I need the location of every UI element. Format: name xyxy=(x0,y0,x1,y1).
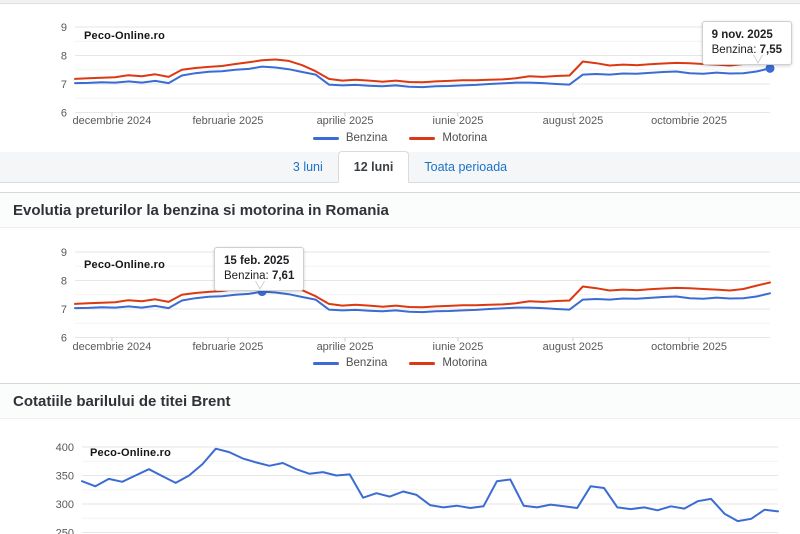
legend-swatch-motorina xyxy=(409,137,435,140)
y-axis-tick-label: 9 xyxy=(61,247,67,259)
legend-label-benzina: Benzina xyxy=(346,357,388,369)
y-axis-tick-label: 350 xyxy=(56,471,74,483)
tab-3-luni[interactable]: 3 luni xyxy=(278,152,338,182)
legend-item-motorina: Motorina xyxy=(409,357,487,369)
y-axis-tick-label: 9 xyxy=(61,22,67,34)
legend-swatch-motorina xyxy=(409,362,435,365)
y-axis-tick-label: 6 xyxy=(61,333,67,345)
y-axis-tick-label: 6 xyxy=(61,108,67,120)
legend-item-benzina: Benzina xyxy=(313,357,388,369)
tooltip-value: Benzina: 7,61 xyxy=(224,269,294,284)
legend-label-benzina: Benzina xyxy=(346,132,388,144)
tooltip-date: 15 feb. 2025 xyxy=(224,254,294,269)
x-axis-tick-label: februarie 2025 xyxy=(192,341,263,353)
x-axis-tick-label: octombrie 2025 xyxy=(651,115,727,127)
legend-label-motorina: Motorina xyxy=(442,132,487,144)
brand-watermark: Peco-Online.ro xyxy=(90,447,171,459)
brand-watermark: Peco-Online.ro xyxy=(84,30,165,42)
x-axis-tick-label: aprilie 2025 xyxy=(317,115,374,127)
x-axis-tick-label: decembrie 2024 xyxy=(73,115,152,127)
fuel-chart-top-canvas: 9 8 7 6 decembrie 2024 februarie 2025 aprilie … xyxy=(0,4,800,148)
y-axis-tick-label: 250 xyxy=(56,528,74,534)
tab-toata-perioada[interactable]: Toata perioada xyxy=(409,152,522,182)
y-axis-tick-label: 7 xyxy=(61,304,67,316)
legend-item-motorina: Motorina xyxy=(409,132,487,144)
x-axis-tick-label: februarie 2025 xyxy=(192,115,263,127)
chart-legend: Benzina Motorina xyxy=(0,132,800,144)
tab-12-luni[interactable]: 12 luni xyxy=(338,151,410,183)
legend-swatch-benzina xyxy=(313,137,339,140)
fuel-price-chart-main[interactable]: 9 8 7 6 decembrie 2024 februarie 2025 aprilie … xyxy=(0,228,800,375)
x-axis-tick-label: august 2025 xyxy=(543,115,604,127)
tooltip-date: 9 nov. 2025 xyxy=(712,28,782,43)
period-tabs: 3 luni 12 luni Toata perioada xyxy=(0,152,800,183)
legend-label-motorina: Motorina xyxy=(442,357,487,369)
x-axis-tick-label: august 2025 xyxy=(543,341,604,353)
fuel-chart-main-canvas: 9 8 7 6 decembrie 2024 februarie 2025 aprilie … xyxy=(0,228,800,375)
highlighted-data-point xyxy=(766,64,775,73)
y-axis-tick-label: 300 xyxy=(56,499,74,511)
fuel-price-chart-top[interactable]: 9 8 7 6 decembrie 2024 februarie 2025 aprilie … xyxy=(0,4,800,148)
legend-item-benzina: Benzina xyxy=(313,132,388,144)
chart-legend: Benzina Motorina xyxy=(0,357,800,369)
x-axis-tick-label: iunie 2025 xyxy=(433,341,484,353)
x-axis-tick-label: aprilie 2025 xyxy=(317,341,374,353)
brent-chart-canvas: 400 350 300 250 xyxy=(0,419,800,534)
section-title-brent: Cotatiile barilului de titei Brent xyxy=(0,383,800,419)
tooltip-value: Benzina: 7,55 xyxy=(712,43,782,58)
x-axis-tick-label: decembrie 2024 xyxy=(73,341,152,353)
legend-swatch-benzina xyxy=(313,362,339,365)
series-line-brent xyxy=(82,449,778,521)
y-axis-tick-label: 7 xyxy=(61,79,67,91)
brent-price-chart[interactable]: 400 350 300 250 Peco-Online.ro xyxy=(0,419,800,534)
section-title-fuel: Evolutia preturilor la benzina si motori… xyxy=(0,192,800,228)
chart-tooltip: 9 nov. 2025 Benzina: 7,55 xyxy=(702,21,792,65)
x-axis-tick-label: iunie 2025 xyxy=(433,115,484,127)
y-axis-tick-label: 8 xyxy=(61,51,67,63)
y-axis-tick-label: 400 xyxy=(56,442,74,454)
chart-tooltip: 15 feb. 2025 Benzina: 7,61 xyxy=(214,247,304,291)
x-axis-tick-label: octombrie 2025 xyxy=(651,341,727,353)
y-axis-tick-label: 8 xyxy=(61,276,67,288)
brand-watermark: Peco-Online.ro xyxy=(84,259,165,271)
